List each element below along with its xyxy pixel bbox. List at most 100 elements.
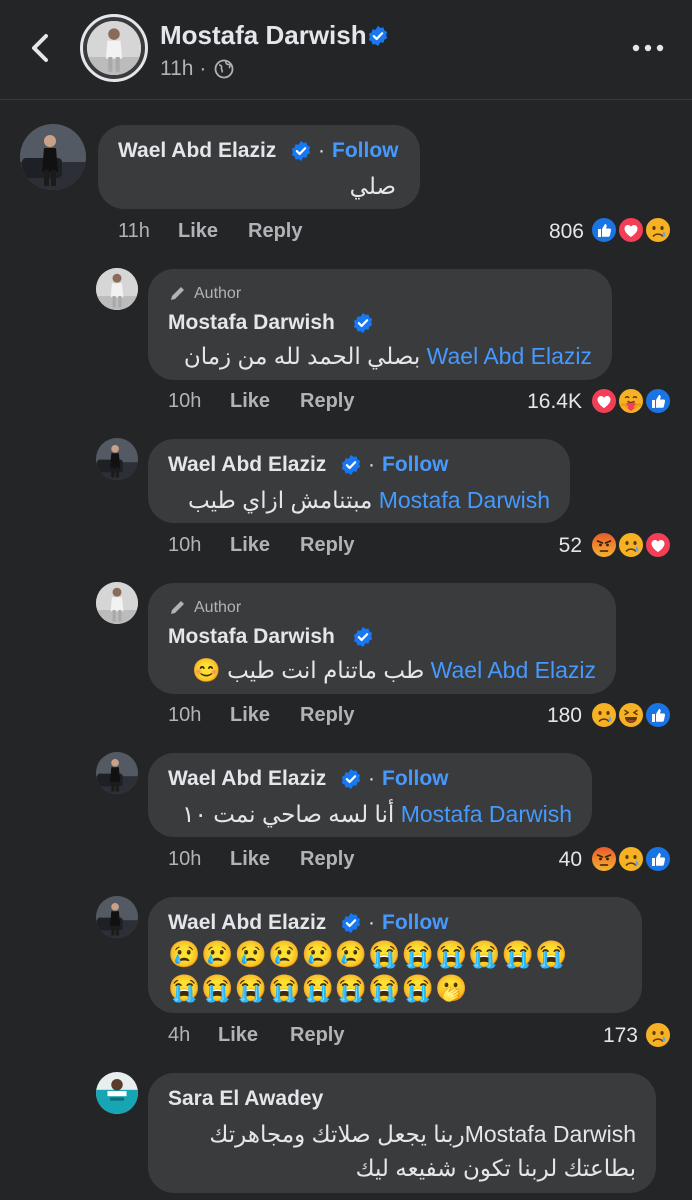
reaction-count[interactable]: 180 — [502, 704, 582, 728]
verified-badge-icon — [290, 140, 312, 162]
comment-actions: 10h Like Reply — [168, 848, 388, 874]
like-reaction-icon — [590, 216, 618, 244]
separator-dot: · — [368, 911, 375, 934]
pencil-icon — [171, 287, 184, 300]
post-meta: 11h · — [160, 57, 206, 81]
comment-time: 10h — [168, 390, 202, 412]
reply-button[interactable]: Reply — [300, 534, 354, 557]
love-reaction-icon — [644, 531, 672, 559]
commenter-name[interactable]: Wael Abd Elaziz — [168, 453, 326, 477]
commenter-avatar[interactable] — [96, 268, 138, 310]
like-button[interactable]: Like — [230, 534, 270, 557]
like-button[interactable]: Like — [230, 704, 270, 727]
verified-badge-icon — [367, 25, 389, 47]
angry-reaction-icon — [590, 531, 618, 559]
follow-button[interactable]: Follow — [382, 911, 449, 935]
separator-dot: · — [318, 139, 325, 162]
mention-link[interactable]: Mostafa Darwish — [401, 801, 572, 827]
separator-dot: · — [368, 767, 375, 790]
sad-reaction-icon — [617, 845, 645, 873]
follow-button[interactable]: Follow — [382, 767, 449, 791]
comment-bubble: Wael Abd Elaziz · Follow مبتنامش ازاي طي… — [148, 439, 570, 523]
reaction-count[interactable]: 173 — [558, 1024, 638, 1048]
comment-text-line: بطاعتك لربنا تكون شفيعه ليك — [355, 1155, 636, 1181]
care-reaction-icon — [617, 387, 645, 415]
love-reaction-icon — [617, 216, 645, 244]
commenter-name[interactable]: Wael Abd Elaziz — [168, 911, 326, 935]
comment-bubble: Sara El Awadey ربنا يجعل صلاتك ومجاهرتكM… — [148, 1073, 656, 1193]
verified-badge-icon — [340, 454, 362, 476]
comment-actions: 10h Like Reply — [168, 534, 388, 560]
reaction-count[interactable]: 16.4K — [502, 390, 582, 414]
verified-badge-icon — [352, 626, 374, 648]
comment-text: بصلي الحمد لله من زمان Wael Abd Elaziz — [183, 343, 592, 369]
sad-reaction-icon — [644, 1021, 672, 1049]
comment-bubble: Wael Abd Elaziz · Follow أنا لسه صاحي نم… — [148, 753, 592, 837]
back-arrow-icon[interactable] — [24, 28, 58, 68]
sad-reaction-icon — [644, 216, 672, 244]
mention-link[interactable]: Wael Abd Elaziz — [427, 343, 592, 369]
comment-actions: 10h Like Reply — [168, 704, 388, 730]
mention-link[interactable]: Wael Abd Elaziz — [431, 657, 596, 683]
like-button[interactable]: Like — [230, 848, 270, 871]
commenter-avatar[interactable] — [96, 582, 138, 624]
mention-link[interactable]: Mostafa Darwish — [379, 487, 550, 513]
comment-time: 10h — [168, 848, 202, 870]
commenter-name[interactable]: Mostafa Darwish — [168, 311, 335, 335]
commenter-avatar[interactable] — [96, 896, 138, 938]
top-bar: Mostafa Darwish 11h · — [0, 0, 692, 100]
post-author-name[interactable]: Mostafa Darwish — [160, 20, 367, 51]
reply-button[interactable]: Reply — [300, 390, 354, 413]
comment-text: مبتنامش ازاي طيب Mostafa Darwish — [188, 487, 550, 513]
verified-badge-icon — [340, 768, 362, 790]
commenter-avatar[interactable] — [96, 438, 138, 480]
love-reaction-icon — [590, 387, 618, 415]
commenter-avatar[interactable] — [96, 752, 138, 794]
separator-dot: · — [368, 453, 375, 476]
comment-text: أنا لسه صاحي نمت ١٠ Mostafa Darwish — [182, 801, 572, 827]
follow-button[interactable]: Follow — [332, 139, 399, 163]
comment-bubble: Wael Abd Elaziz · Follow 😢😢😢😢😢😢😭😭😭😭😭😭 😭😭… — [148, 897, 642, 1013]
comment-time: 10h — [168, 704, 202, 726]
sad-reaction-icon — [617, 531, 645, 559]
comment-actions: 11h Like Reply — [118, 220, 318, 246]
reply-button[interactable]: Reply — [300, 848, 354, 871]
reaction-count[interactable]: 52 — [502, 534, 582, 558]
globe-icon — [214, 59, 234, 79]
verified-badge-icon — [352, 312, 374, 334]
comment-text: 😊 طب ماتنام انت طيب Wael Abd Elaziz — [192, 657, 596, 683]
reply-button[interactable]: Reply — [300, 704, 354, 727]
commenter-name[interactable]: Sara El Awadey — [168, 1087, 323, 1111]
like-button[interactable]: Like — [178, 220, 218, 243]
comment-actions: 4h Like Reply — [168, 1024, 388, 1050]
comment-text: صلي — [349, 173, 396, 199]
more-options-icon[interactable] — [628, 36, 668, 60]
like-button[interactable]: Like — [230, 390, 270, 413]
like-reaction-icon — [644, 701, 672, 729]
author-label: Author — [194, 285, 242, 302]
verified-badge-icon — [340, 912, 362, 934]
follow-button[interactable]: Follow — [382, 453, 449, 477]
comment-time: 11h — [118, 220, 150, 242]
reaction-count[interactable]: 806 — [504, 220, 584, 244]
like-button[interactable]: Like — [218, 1024, 258, 1047]
reply-button[interactable]: Reply — [248, 220, 302, 243]
comment-actions: 10h Like Reply — [168, 390, 388, 416]
commenter-name[interactable]: Wael Abd Elaziz — [118, 139, 276, 163]
reply-button[interactable]: Reply — [290, 1024, 344, 1047]
comment-bubble: Author Mostafa Darwish 😊 طب ماتنام انت ط… — [148, 583, 616, 694]
commenter-name[interactable]: Wael Abd Elaziz — [168, 767, 326, 791]
reaction-count[interactable]: 40 — [502, 848, 582, 872]
crying-emoji-row: 😭😭😭😭😭😭😭😭🫢 — [168, 973, 469, 1003]
commenter-avatar[interactable] — [96, 1072, 138, 1114]
commenter-avatar[interactable] — [20, 124, 86, 190]
angry-reaction-icon — [590, 845, 618, 873]
like-reaction-icon — [644, 845, 672, 873]
comment-bubble: Wael Abd Elaziz · Follow صلي — [98, 125, 420, 209]
commenter-name[interactable]: Mostafa Darwish — [168, 625, 335, 649]
profile-avatar[interactable] — [80, 14, 148, 82]
post-time: 11h — [160, 57, 194, 80]
crying-emoji-row: 😢😢😢😢😢😢😭😭😭😭😭😭 — [168, 939, 569, 969]
author-label: Author — [194, 599, 242, 616]
haha-reaction-icon — [617, 701, 645, 729]
